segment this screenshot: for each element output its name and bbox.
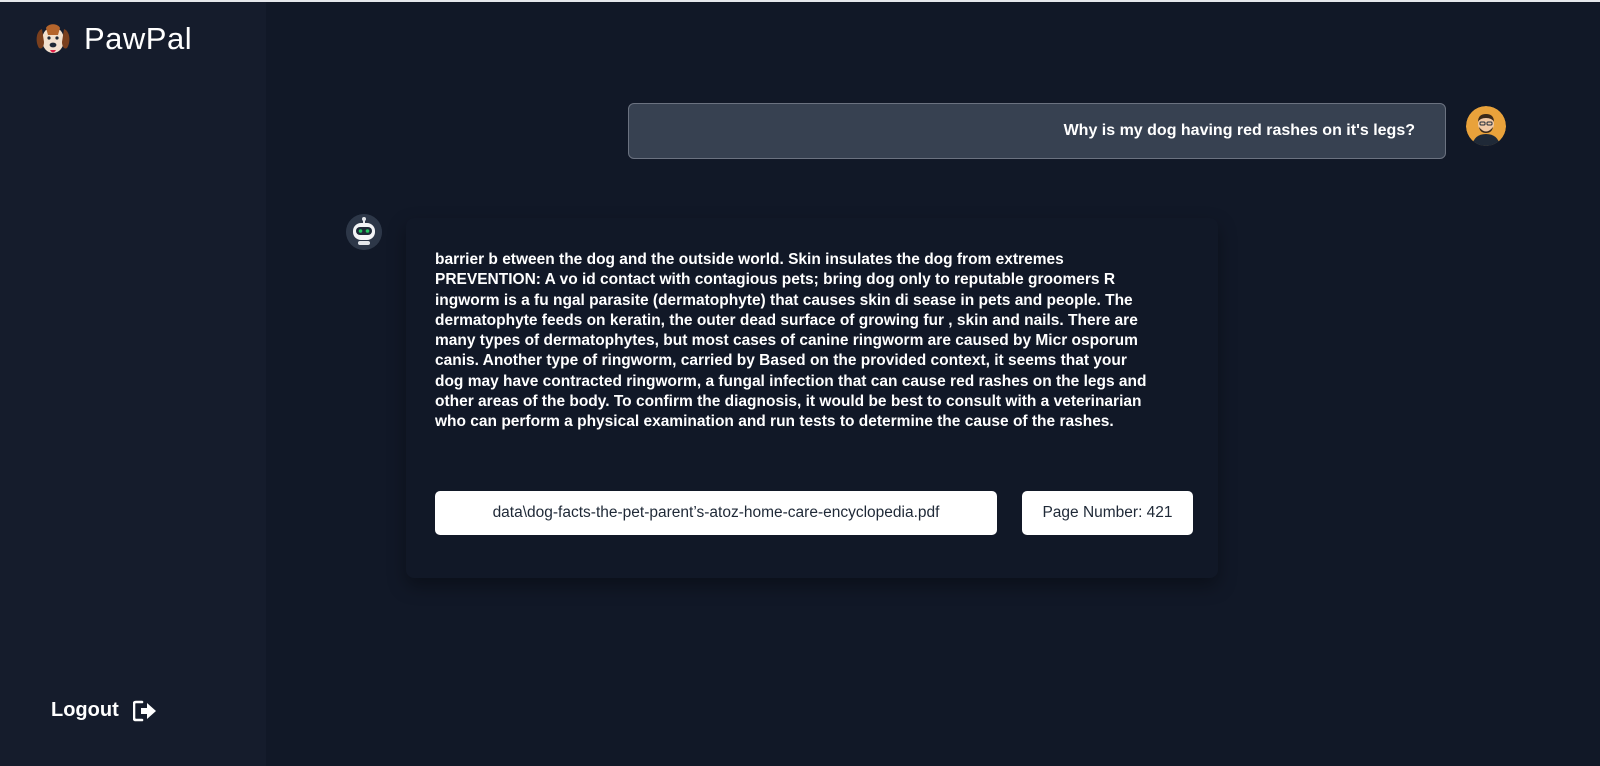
logout-icon <box>132 700 156 721</box>
user-message-bubble: Why is my dog having red rashes on it's … <box>628 103 1446 159</box>
source-file-text: data\dog-facts-the-pet-parent’s-atoz-hom… <box>492 504 940 521</box>
source-file-chip[interactable]: data\dog-facts-the-pet-parent’s-atoz-hom… <box>435 491 997 535</box>
user-message-text: Why is my dog having red rashes on it's … <box>1063 122 1415 139</box>
user-avatar-icon <box>1466 106 1506 146</box>
brand[interactable]: PawPal <box>34 20 192 58</box>
chat-area: Why is my dog having red rashes on it's … <box>266 2 1600 766</box>
logout-label: Logout <box>51 699 119 721</box>
app-window: PawPal Logout Why is my dog having red r… <box>0 0 1600 766</box>
bot-message-card: barrier b etween the dog and the outside… <box>406 218 1218 578</box>
sidebar: PawPal Logout <box>0 2 266 766</box>
bot-avatar <box>346 214 382 250</box>
robot-icon <box>346 214 382 250</box>
bot-message-text: barrier b etween the dog and the outside… <box>435 251 1147 431</box>
source-page-text: Page Number: 421 <box>1042 504 1173 521</box>
logout-button[interactable]: Logout <box>51 699 157 722</box>
source-page-chip[interactable]: Page Number: 421 <box>1022 491 1193 535</box>
app-name: PawPal <box>84 21 193 56</box>
dog-face-icon <box>36 24 70 53</box>
user-avatar[interactable] <box>1466 106 1506 146</box>
